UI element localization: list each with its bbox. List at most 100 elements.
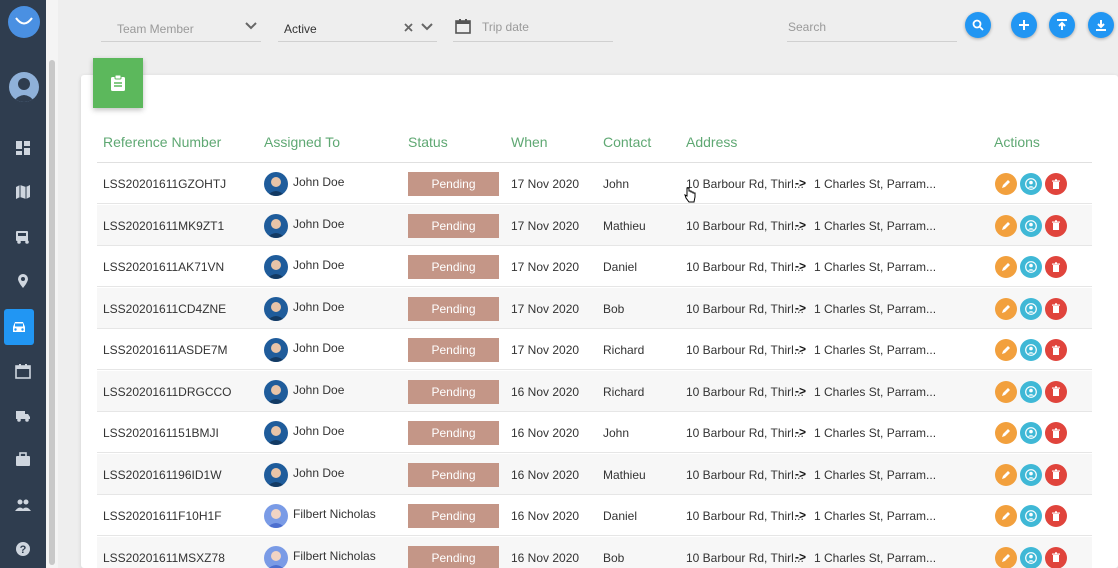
- assign-user-button[interactable]: [1020, 380, 1042, 403]
- assign-user-button[interactable]: [1020, 505, 1042, 527]
- edit-button[interactable]: [995, 505, 1017, 527]
- user-avatar[interactable]: [9, 72, 39, 102]
- edit-button[interactable]: [995, 422, 1017, 444]
- cell-reference[interactable]: LSS2020161151BMJI: [103, 426, 219, 440]
- chevron-down-icon[interactable]: [421, 23, 433, 31]
- cell-address-from: 10 Barbour Rd, Thirl...: [686, 218, 804, 233]
- clear-icon[interactable]: [404, 23, 413, 32]
- sidebar-item-location-pin[interactable]: [0, 261, 46, 301]
- cell-reference[interactable]: LSS20201611MSXZ78: [103, 551, 225, 565]
- chevron-down-icon[interactable]: [245, 22, 257, 30]
- cell-address-from: 10 Barbour Rd, Thirl...: [686, 467, 804, 482]
- header-status[interactable]: Status: [408, 134, 448, 150]
- cell-address-to: 1 Charles St, Parram...: [814, 260, 937, 274]
- assign-user-button[interactable]: [1020, 214, 1042, 237]
- delete-button[interactable]: [1045, 297, 1067, 320]
- assignee-avatar: [264, 379, 288, 404]
- sidebar-item-truck[interactable]: [0, 396, 46, 436]
- delete-button[interactable]: [1045, 173, 1067, 195]
- cell-reference[interactable]: LSS20201611ASDE7M: [103, 343, 228, 357]
- cell-reference[interactable]: LSS20201611CD4ZNE: [103, 302, 226, 316]
- table-row[interactable]: LSS2020161151BMJI John Doe Pending 16 Nov 2…: [97, 412, 1092, 453]
- header-reference-number[interactable]: Reference Number: [103, 134, 221, 150]
- edit-button[interactable]: [995, 546, 1017, 568]
- cell-when: 16 Nov 2020: [511, 509, 580, 523]
- delete-button[interactable]: [1045, 380, 1067, 403]
- edit-button[interactable]: [995, 214, 1017, 237]
- table-row[interactable]: LSS20201611MSXZ78 Filbert Nicholas Pending…: [97, 536, 1092, 568]
- status-badge: Pending: [408, 379, 499, 404]
- header-address[interactable]: Address: [686, 134, 737, 150]
- delete-button[interactable]: [1045, 505, 1067, 527]
- cell-assigned-to: John Doe: [293, 175, 345, 189]
- edit-button[interactable]: [995, 339, 1017, 361]
- sidebar-item-calendar[interactable]: [0, 351, 46, 391]
- edit-button[interactable]: [995, 297, 1017, 320]
- sidebar-scrollbar[interactable]: [46, 0, 58, 568]
- table-row[interactable]: LSS20201611MK9ZT1 John Doe Pending 17 Nov 2…: [97, 204, 1092, 246]
- download-button[interactable]: [1088, 12, 1114, 38]
- assign-user-button[interactable]: [1020, 463, 1042, 486]
- upload-button[interactable]: [1049, 12, 1075, 38]
- cell-assigned-to: John Doe: [293, 465, 345, 480]
- status-select[interactable]: Active: [278, 14, 437, 42]
- sidebar-item-people[interactable]: [0, 485, 46, 525]
- delete-button[interactable]: [1045, 256, 1067, 278]
- delete-button[interactable]: [1045, 422, 1067, 444]
- assign-user-button[interactable]: [1020, 256, 1042, 278]
- cell-address-from: 10 Barbour Rd, Thirl...: [686, 301, 804, 316]
- sidebar-item-help[interactable]: ?: [0, 529, 46, 568]
- sidebar-item-bus[interactable]: [0, 217, 46, 257]
- calendar-icon[interactable]: [455, 18, 471, 34]
- assign-user-button[interactable]: [1020, 173, 1042, 195]
- cell-contact: Richard: [603, 384, 645, 399]
- header-assigned-to[interactable]: Assigned To: [264, 134, 340, 150]
- delete-button[interactable]: [1045, 339, 1067, 361]
- table-row[interactable]: LSS20201611F10H1F Filbert Nicholas Pending…: [97, 495, 1092, 536]
- sidebar-item-car[interactable]: [4, 309, 34, 345]
- cell-reference[interactable]: LSS2020161196ID1W: [103, 468, 222, 482]
- team-member-select[interactable]: Team Member: [101, 14, 261, 42]
- assign-user-button[interactable]: [1020, 339, 1042, 361]
- table-row[interactable]: LSS20201611AK71VN John Doe Pending 17 Nov 2…: [97, 246, 1092, 287]
- header-when[interactable]: When: [511, 134, 548, 150]
- assign-user-button[interactable]: [1020, 297, 1042, 320]
- sidebar-item-briefcase[interactable]: [0, 440, 46, 480]
- table-row[interactable]: LSS20201611ASDE7M John Doe Pending 17 Nov 2…: [97, 329, 1092, 370]
- sidebar-item-dashboard[interactable]: [0, 128, 46, 168]
- assign-user-button[interactable]: [1020, 546, 1042, 568]
- table-row[interactable]: LSS20201611GZOHTJ John Doe Pending 17 Nov 2…: [97, 163, 1092, 204]
- cell-reference[interactable]: LSS20201611MK9ZT1: [103, 219, 224, 233]
- address-arrow: ->: [795, 259, 807, 273]
- pencil-icon: [1002, 553, 1010, 562]
- delete-button[interactable]: [1045, 463, 1067, 486]
- cell-address-from: 10 Barbour Rd, Thirl...: [686, 509, 804, 523]
- edit-button[interactable]: [995, 380, 1017, 403]
- sidebar-item-map[interactable]: [0, 172, 46, 212]
- hand-cursor-icon: [684, 187, 696, 203]
- truck-icon: [16, 411, 30, 422]
- add-button[interactable]: [1011, 12, 1037, 38]
- edit-button[interactable]: [995, 173, 1017, 195]
- header-contact[interactable]: Contact: [603, 134, 651, 150]
- cell-reference[interactable]: LSS20201611F10H1F: [103, 509, 222, 523]
- search-button[interactable]: [965, 12, 991, 38]
- table-row[interactable]: LSS20201611CD4ZNE John Doe Pending 17 Nov 2…: [97, 287, 1092, 329]
- delete-button[interactable]: [1045, 214, 1067, 237]
- app-logo-icon[interactable]: [8, 6, 40, 38]
- delete-button[interactable]: [1045, 546, 1067, 568]
- user-circle-icon: [1025, 468, 1037, 481]
- edit-button[interactable]: [995, 256, 1017, 278]
- cell-reference[interactable]: LSS20201611GZOHTJ: [103, 177, 226, 191]
- cell-reference[interactable]: LSS20201611DRGCCO: [103, 385, 232, 399]
- table-row[interactable]: LSS2020161196ID1W John Doe Pending 16 Nov 2…: [97, 453, 1092, 495]
- help-icon: ?: [16, 542, 30, 556]
- edit-button[interactable]: [995, 463, 1017, 486]
- briefcase-icon: [16, 452, 30, 466]
- search-input[interactable]: Search: [787, 14, 957, 42]
- scrollbar-thumb[interactable]: [49, 60, 55, 565]
- assign-user-button[interactable]: [1020, 422, 1042, 444]
- trip-date-input[interactable]: Trip date: [453, 14, 613, 42]
- table-row[interactable]: LSS20201611DRGCCO John Doe Pending 16 Nov 2…: [97, 370, 1092, 412]
- cell-reference[interactable]: LSS20201611AK71VN: [103, 260, 224, 274]
